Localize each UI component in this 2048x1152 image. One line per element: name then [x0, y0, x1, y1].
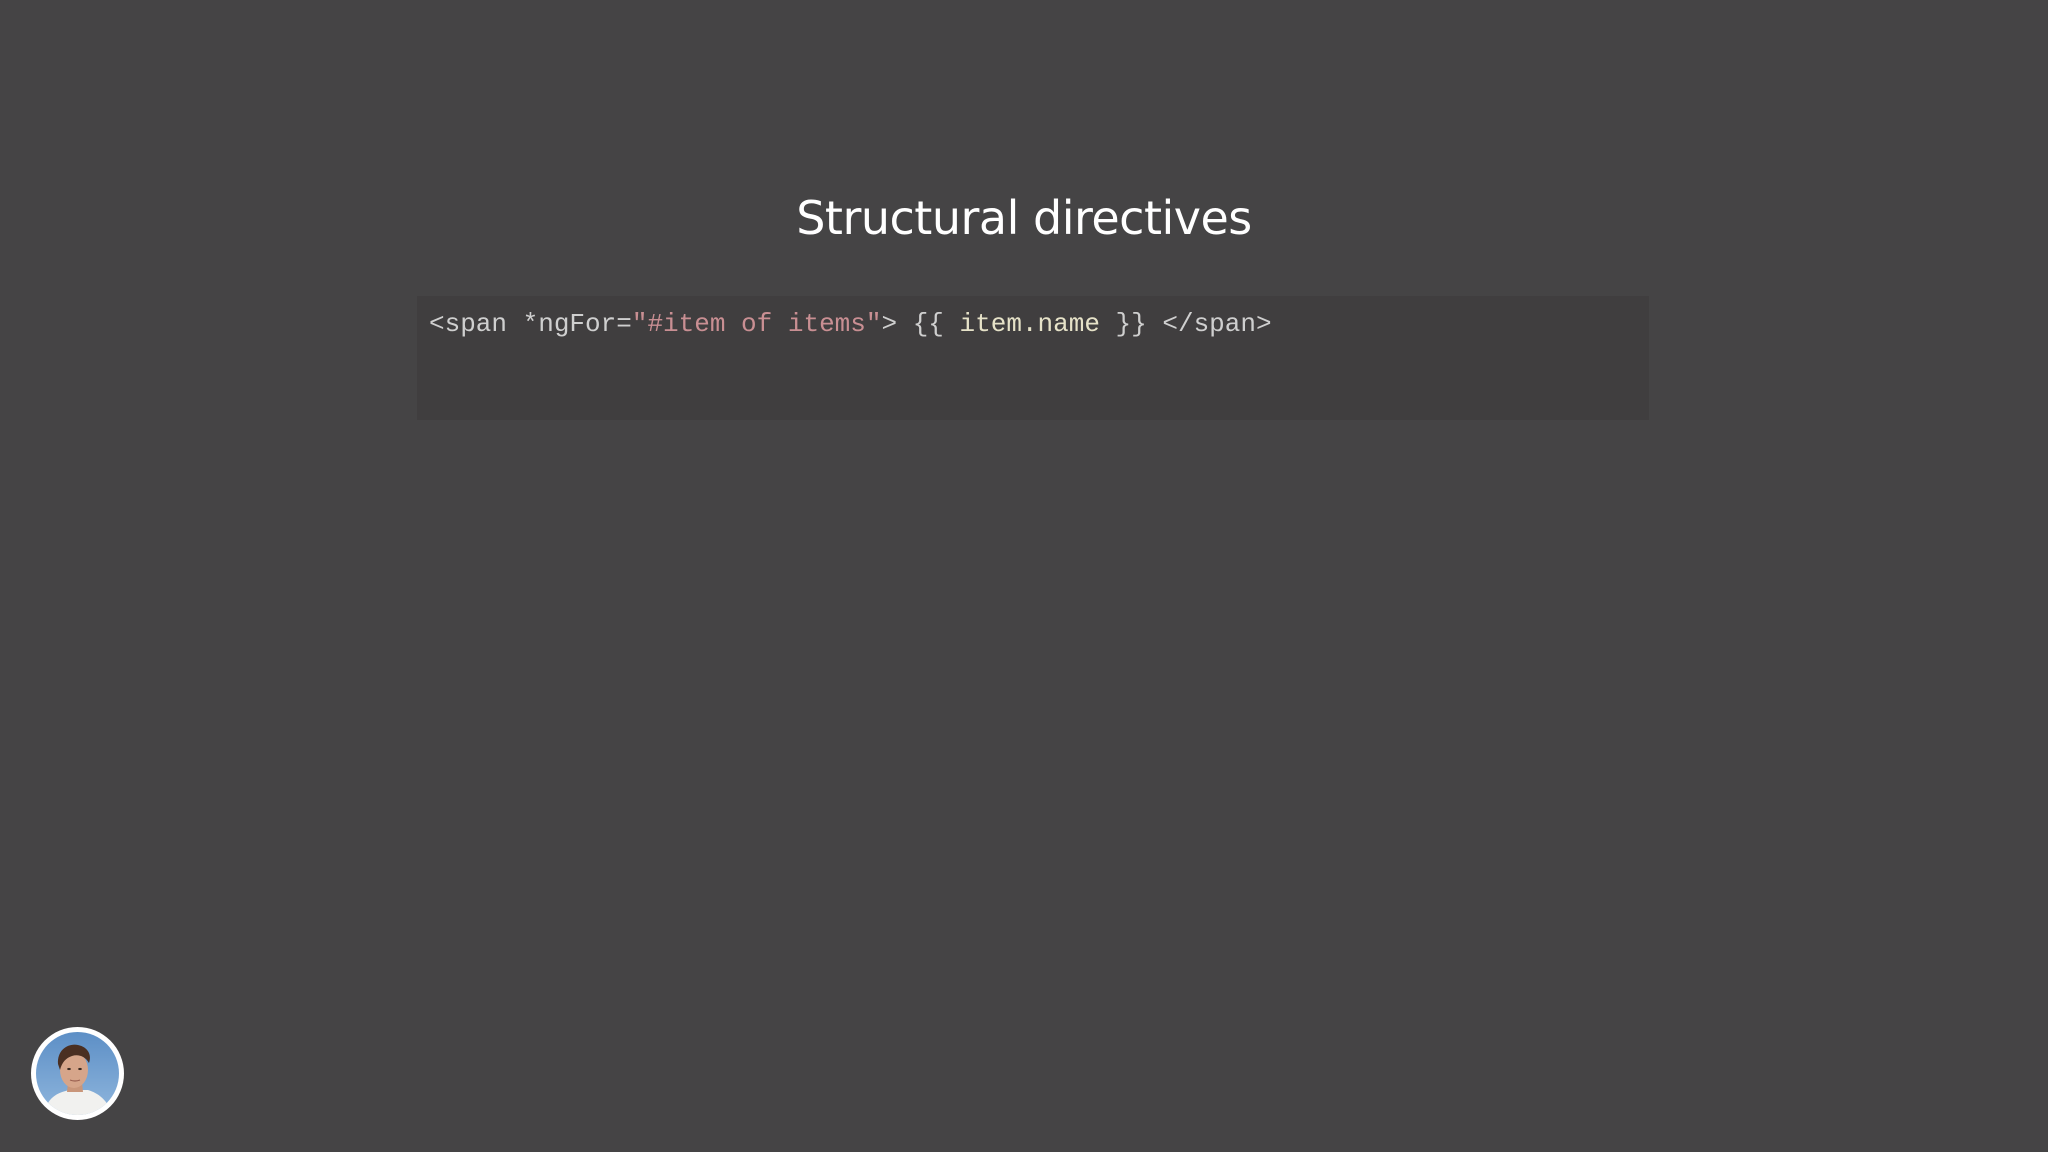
code-interp-expr: item.name [959, 309, 1100, 339]
slide-title: Structural directives [796, 191, 1252, 245]
slide: Structural directives <span *ngFor="#ite… [0, 0, 2048, 1152]
code-block: <span *ngFor="#item of items"> {{ item.n… [417, 296, 1649, 420]
presenter-avatar [31, 1027, 124, 1120]
code-interp-open: {{ [912, 309, 960, 339]
code-attr-value: "#item of items" [631, 309, 882, 339]
code-open-tag: <span [429, 309, 523, 339]
code-attr-name: *ngFor= [522, 309, 632, 339]
presenter-avatar-icon [36, 1032, 119, 1115]
code-open-tag-close: > [881, 309, 913, 339]
code-interp-close: }} [1099, 309, 1147, 339]
code-close-tag: </span> [1146, 309, 1272, 339]
